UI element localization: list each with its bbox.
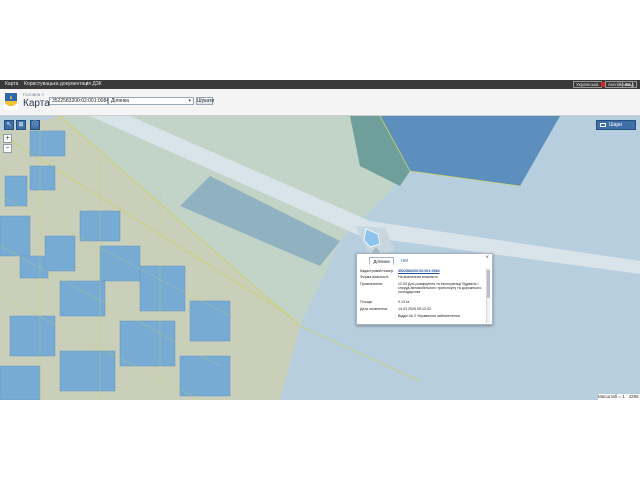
row-purpose: Призначення: 12.04 Для розміщення та екс… — [360, 282, 482, 294]
coat-of-arms-icon — [4, 92, 18, 110]
cadastral-number-link[interactable]: 3522583200:02:001:0084 — [398, 269, 486, 273]
popup-scrollbar[interactable] — [486, 268, 490, 323]
menu-map[interactable]: Карта — [5, 80, 18, 89]
tab-nm[interactable]: НМ — [398, 257, 411, 265]
chevron-down-icon: ▾ — [188, 98, 191, 104]
row-ownership: Форма власності: На визначена власність — [360, 275, 438, 279]
row-updated: Дата оновлення: 14.03.2026 09:12:33 — [360, 307, 431, 311]
zoom-in-button[interactable]: + — [3, 134, 12, 143]
top-menu-bar: Карта Користувацька документація ДЗК • У… — [0, 80, 640, 89]
scrollbar-thumb[interactable] — [487, 270, 490, 298]
info-tool-button[interactable]: ⓘ — [30, 120, 40, 130]
lang-ukrainian[interactable]: Українська — [573, 81, 602, 88]
parcel-info-popup: Ділянка НМ × Кадастровий номер: 35225832… — [356, 247, 493, 325]
login-link[interactable]: Вхід — [622, 81, 637, 88]
page-title: Карта — [23, 98, 50, 109]
satellite-map — [0, 116, 640, 400]
layers-button[interactable]: Шари — [596, 120, 636, 130]
breadcrumb[interactable]: Головна > — [23, 92, 44, 97]
row-department: Відділ № 2 Управління забезпечення — [398, 314, 460, 318]
map-canvas[interactable] — [0, 116, 640, 400]
tab-parcel[interactable]: Ділянка — [369, 257, 394, 265]
parcel-attributes: Кадастровий номер: 3522583200:02:001:008… — [360, 269, 486, 320]
layers-icon — [600, 123, 606, 127]
search-input[interactable]: 3522583200:02:001:0084 — [49, 97, 109, 105]
layers-button-label: Шари — [609, 122, 622, 128]
search-button[interactable]: Шукати — [196, 97, 214, 105]
close-icon[interactable]: × — [485, 255, 489, 261]
row-area: Площа: 0.13 га — [360, 300, 410, 304]
menu-user-documentation[interactable]: Користувацька документація ДЗК — [24, 80, 102, 89]
pan-tool-button[interactable]: ↖ — [4, 120, 14, 130]
popup-pointer — [371, 247, 381, 254]
menu-arrow-icon: • — [86, 81, 88, 87]
layer-select-value: Ділянка — [111, 98, 129, 104]
zoom-out-button[interactable]: − — [3, 144, 12, 153]
measure-tool-button[interactable]: ⊞ — [16, 120, 26, 130]
scale-readout: Масштаб = 1 : 4286 — [598, 394, 640, 400]
layer-select[interactable]: Ділянка ▾ — [108, 97, 194, 105]
